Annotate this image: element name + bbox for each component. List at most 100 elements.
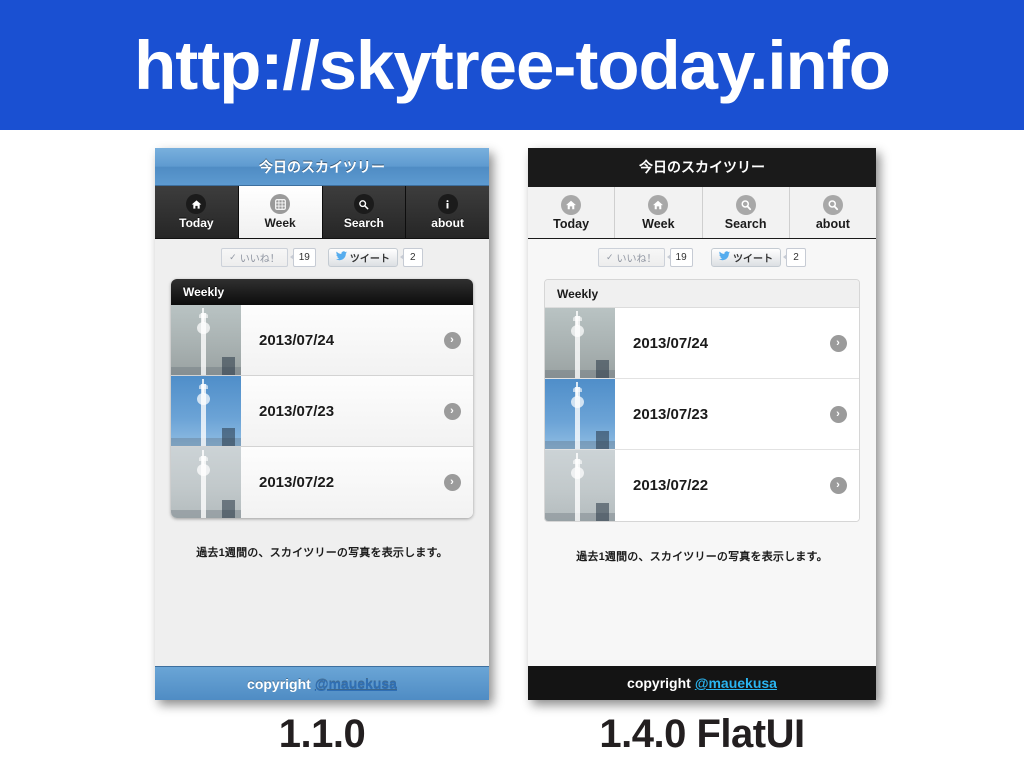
twitter-tweet-label: ツイート: [733, 253, 773, 265]
list-item[interactable]: 2013/07/23 ›: [545, 379, 859, 450]
mockups-area: 今日のスカイツリー Today Week Search about ✓ いいね！…: [0, 130, 1024, 768]
twitter-bird-icon: [719, 250, 730, 264]
tab-label: Today: [553, 216, 590, 231]
spire-shape: [202, 449, 205, 466]
list-item-arrow[interactable]: ›: [817, 308, 859, 378]
spire-shape: [202, 307, 205, 324]
content-area: Weekly 2013/07/24 › 2013/07/23 › 2013/07…: [155, 275, 489, 666]
app-title: 今日のスカイツリー: [639, 159, 765, 175]
phone-frame-v110: 今日のスカイツリー Today Week Search about ✓ いいね！…: [155, 148, 489, 700]
footer-handle-link[interactable]: @mauekusa: [695, 675, 777, 691]
list-item-date: 2013/07/24: [259, 331, 335, 349]
home-icon: [648, 194, 669, 215]
footer-copyright-label: copyright: [627, 675, 691, 691]
grid-icon: [270, 194, 291, 214]
chevron-right-icon: ›: [443, 402, 461, 420]
weekly-list-panel: Weekly 2013/07/24 › 2013/07/23 › 2013/07…: [544, 279, 860, 522]
tab-search[interactable]: Search: [323, 186, 407, 238]
app-footer: copyright @mauekusa: [528, 666, 876, 700]
app-footer: copyright @mauekusa: [155, 666, 489, 700]
thumbnail-image: [171, 305, 241, 375]
twitter-tweet-button[interactable]: ツイート: [327, 247, 398, 267]
app-title: 今日のスカイツリー: [259, 158, 385, 175]
twitter-bird-icon: [335, 250, 347, 264]
slide-root: http://skytree-today.info 今日のスカイツリー Toda…: [0, 0, 1024, 768]
list-item[interactable]: 2013/07/22 ›: [545, 450, 859, 521]
mockup-v110: 今日のスカイツリー Today Week Search about ✓ いいね！…: [155, 148, 489, 700]
tab-label: Week: [264, 216, 296, 230]
check-icon: ✓: [229, 251, 237, 262]
search-icon: [735, 194, 756, 215]
tab-search[interactable]: Search: [703, 187, 790, 238]
info-icon: [437, 194, 458, 214]
facebook-like-group: ✓ いいね！ 19: [221, 247, 316, 267]
list-item-date: 2013/07/22: [259, 474, 335, 491]
facebook-like-label: いいね！: [239, 253, 280, 265]
chevron-right-icon: ›: [829, 477, 847, 494]
list-item[interactable]: 2013/07/24 ›: [171, 305, 473, 376]
list-item[interactable]: 2013/07/24 ›: [545, 308, 859, 379]
spire-shape: [576, 310, 579, 327]
tab-label: Today: [179, 216, 214, 230]
tab-about[interactable]: about: [406, 186, 489, 238]
mockup-vflat: 今日のスカイツリー Today Week Search about ✓ いいね！…: [528, 148, 876, 700]
list-item-date: 2013/07/22: [633, 477, 709, 494]
thumbnail-image: [545, 379, 615, 449]
list-item-arrow[interactable]: ›: [817, 450, 859, 521]
facebook-like-label: いいね！: [616, 253, 657, 265]
chevron-right-icon: ›: [829, 405, 847, 423]
chevron-right-icon: ›: [443, 331, 461, 349]
tab-bar: Today Week Search about: [155, 186, 489, 239]
search-icon: [822, 194, 843, 215]
spire-shape: [202, 378, 205, 395]
building-shape: [596, 430, 610, 449]
list-item-arrow[interactable]: ›: [431, 305, 473, 375]
building-shape: [222, 427, 236, 446]
home-icon: [561, 194, 582, 215]
list-item-date: 2013/07/24: [633, 334, 709, 352]
facebook-like-button[interactable]: ✓ いいね！: [598, 247, 665, 267]
list-item-arrow[interactable]: ›: [431, 447, 473, 518]
description-text: 過去1週間の、スカイツリーの写真を表示します。: [576, 551, 828, 563]
footer-handle-link[interactable]: @mauekusa: [315, 676, 397, 692]
twitter-tweet-group: ツイート 2: [327, 247, 423, 267]
twitter-tweet-count: 2: [783, 247, 806, 267]
page-banner: http://skytree-today.info: [0, 0, 1024, 130]
building-shape: [222, 499, 236, 518]
building-shape: [596, 502, 610, 521]
thumbnail-image: [545, 450, 615, 521]
tab-label: Search: [343, 216, 384, 230]
check-icon: ✓: [606, 251, 614, 262]
thumbnail-image: [171, 376, 241, 446]
phone-frame-vflat: 今日のスカイツリー Today Week Search about ✓ いいね！…: [528, 148, 876, 700]
facebook-like-count: 19: [289, 247, 316, 267]
social-row: ✓ いいね！ 19 ツイート 2: [528, 239, 876, 275]
list-item-arrow[interactable]: ›: [431, 376, 473, 446]
twitter-tweet-count: 2: [399, 247, 423, 267]
facebook-like-button[interactable]: ✓ いいね！: [221, 247, 288, 267]
tab-week[interactable]: Week: [238, 186, 323, 238]
thumbnail-image: [171, 447, 241, 518]
tab-week[interactable]: Week: [615, 187, 703, 238]
list-item-date: 2013/07/23: [633, 405, 709, 423]
tab-label: about: [431, 216, 464, 230]
list-item[interactable]: 2013/07/23 ›: [171, 376, 473, 447]
chevron-right-icon: ›: [443, 474, 461, 491]
facebook-like-count: 19: [666, 247, 693, 267]
spire-shape: [576, 452, 579, 469]
weekly-list-panel: Weekly 2013/07/24 › 2013/07/23 › 2013/07…: [171, 279, 473, 518]
twitter-tweet-label: ツイート: [349, 253, 390, 265]
search-icon: [353, 194, 374, 214]
tab-about[interactable]: about: [790, 187, 876, 238]
banner-title: http://skytree-today.info: [134, 26, 891, 104]
list-item-arrow[interactable]: ›: [817, 379, 859, 449]
list-item[interactable]: 2013/07/22 ›: [171, 447, 473, 518]
social-row: ✓ いいね！ 19 ツイート 2: [155, 239, 489, 275]
thumbnail-image: [545, 308, 615, 378]
tab-today[interactable]: Today: [528, 187, 616, 238]
tab-today[interactable]: Today: [155, 186, 239, 238]
twitter-tweet-group: ツイート 2: [711, 247, 806, 267]
content-area: Weekly 2013/07/24 › 2013/07/23 › 2013/07…: [528, 275, 876, 666]
home-icon: [186, 194, 207, 214]
twitter-tweet-button[interactable]: ツイート: [711, 247, 781, 267]
